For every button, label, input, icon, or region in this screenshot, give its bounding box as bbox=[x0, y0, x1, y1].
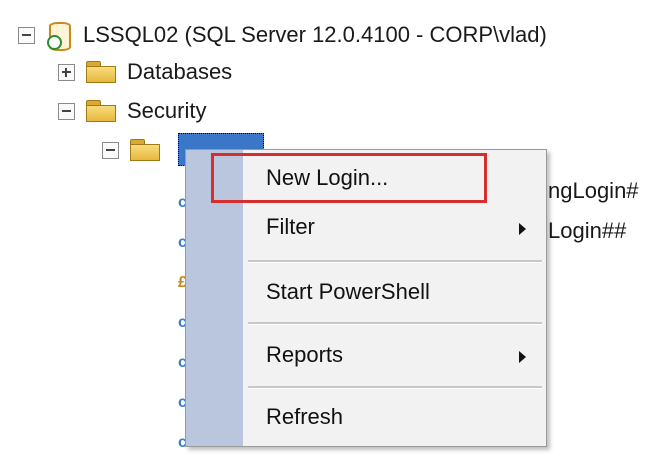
collapse-icon[interactable] bbox=[102, 141, 119, 159]
menu-item-filter[interactable]: Filter bbox=[266, 212, 315, 242]
menu-item-refresh[interactable]: Refresh bbox=[266, 402, 343, 432]
menu-separator bbox=[248, 260, 542, 263]
security-node[interactable]: Security bbox=[58, 94, 206, 128]
partial-login-text: Login## bbox=[548, 218, 627, 243]
menu-item-reports[interactable]: Reports bbox=[266, 340, 343, 370]
collapse-icon[interactable] bbox=[18, 26, 35, 44]
logins-node[interactable] bbox=[102, 133, 161, 167]
menu-item-start-powershell[interactable]: Start PowerShell bbox=[266, 277, 430, 307]
highlight-box bbox=[211, 153, 487, 203]
expand-icon[interactable] bbox=[58, 63, 75, 81]
menu-separator bbox=[248, 386, 542, 389]
partial-login-text: ngLogin# bbox=[548, 178, 639, 203]
folder-icon bbox=[129, 138, 161, 162]
server-icon bbox=[45, 20, 73, 51]
server-node[interactable]: LSSQL02 (SQL Server 12.0.4100 - CORP\vla… bbox=[18, 18, 547, 52]
folder-icon bbox=[85, 99, 117, 123]
menu-separator bbox=[248, 322, 542, 325]
folder-icon bbox=[85, 60, 117, 84]
collapse-icon[interactable] bbox=[58, 102, 75, 120]
databases-label: Databases bbox=[127, 59, 233, 84]
submenu-arrow-icon bbox=[519, 351, 526, 363]
server-label: LSSQL02 (SQL Server 12.0.4100 - CORP\vla… bbox=[83, 22, 547, 47]
databases-node[interactable]: Databases bbox=[58, 55, 232, 89]
submenu-arrow-icon bbox=[519, 223, 526, 235]
security-label: Security bbox=[127, 98, 207, 123]
